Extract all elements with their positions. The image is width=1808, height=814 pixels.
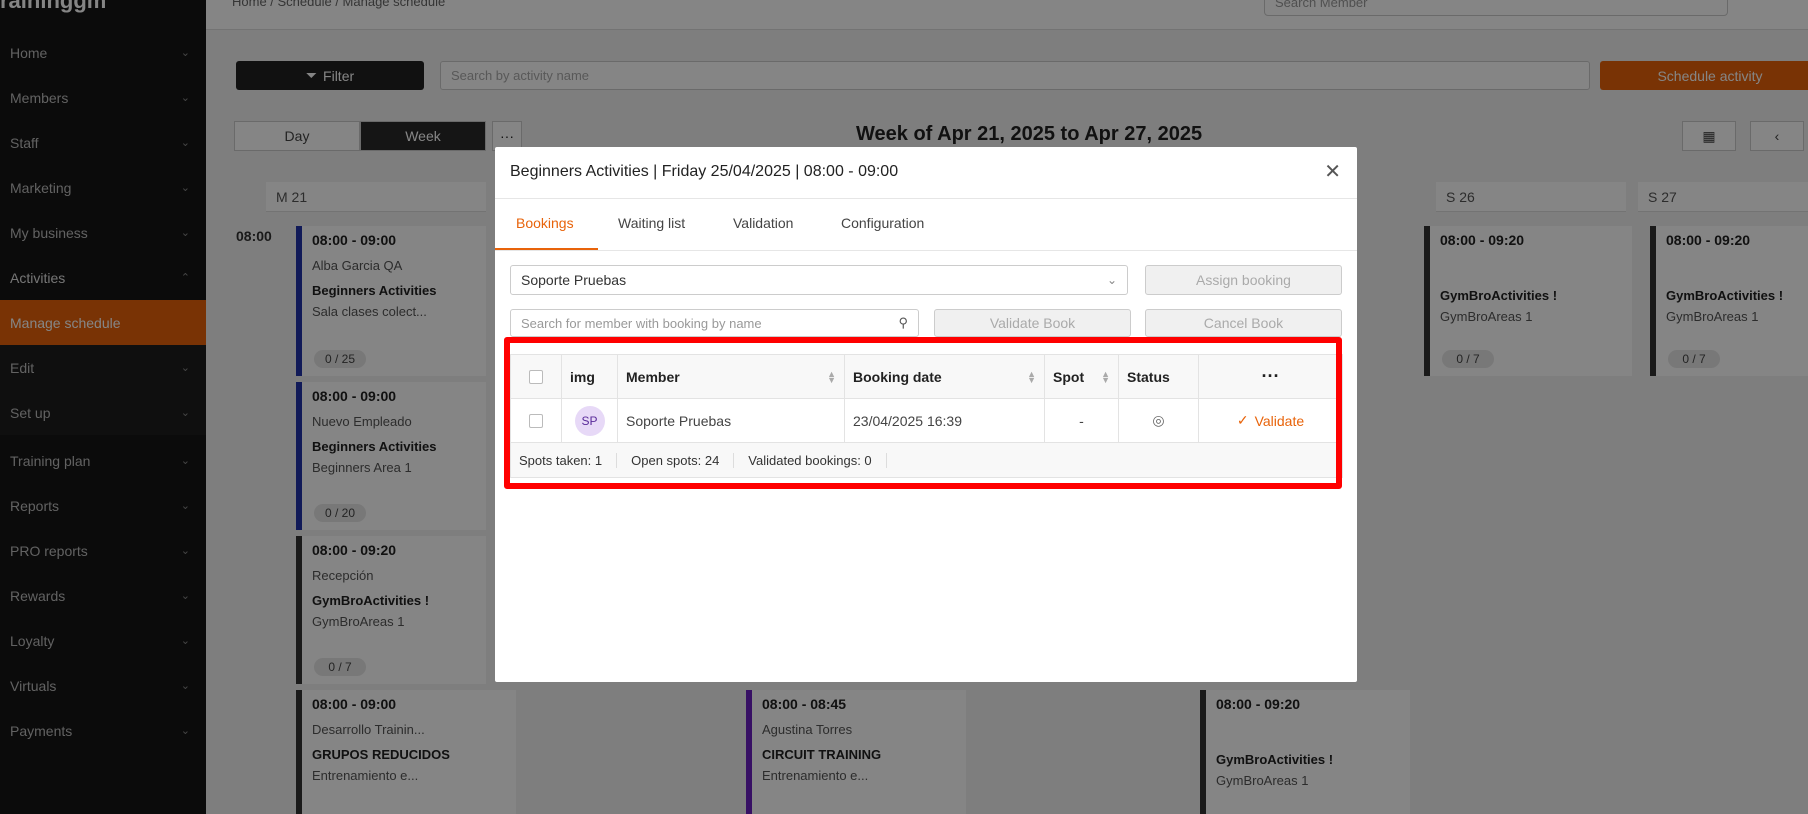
assign-booking-button[interactable]: Assign booking <box>1145 265 1342 295</box>
chevron-down-icon: ⌄ <box>1106 273 1117 287</box>
tab-waiting-list[interactable]: Waiting list <box>618 215 685 231</box>
member-booking-search-input[interactable]: Search for member with booking by name ⚲ <box>510 309 919 337</box>
tab-validation[interactable]: Validation <box>733 215 793 231</box>
highlight-box <box>504 337 1342 489</box>
cancel-book-button[interactable]: Cancel Book <box>1145 309 1342 337</box>
validate-book-button[interactable]: Validate Book <box>934 309 1131 337</box>
search-icon: ⚲ <box>898 315 908 330</box>
divider <box>495 250 1357 251</box>
tab-configuration[interactable]: Configuration <box>841 215 924 231</box>
modal-title: Beginners Activities | Friday 25/04/2025… <box>510 163 899 180</box>
tab-bookings[interactable]: Bookings <box>516 215 574 231</box>
close-icon[interactable]: ✕ <box>1324 159 1341 184</box>
member-select[interactable]: Soporte Pruebas ⌄ <box>510 265 1128 295</box>
divider <box>495 198 1357 199</box>
